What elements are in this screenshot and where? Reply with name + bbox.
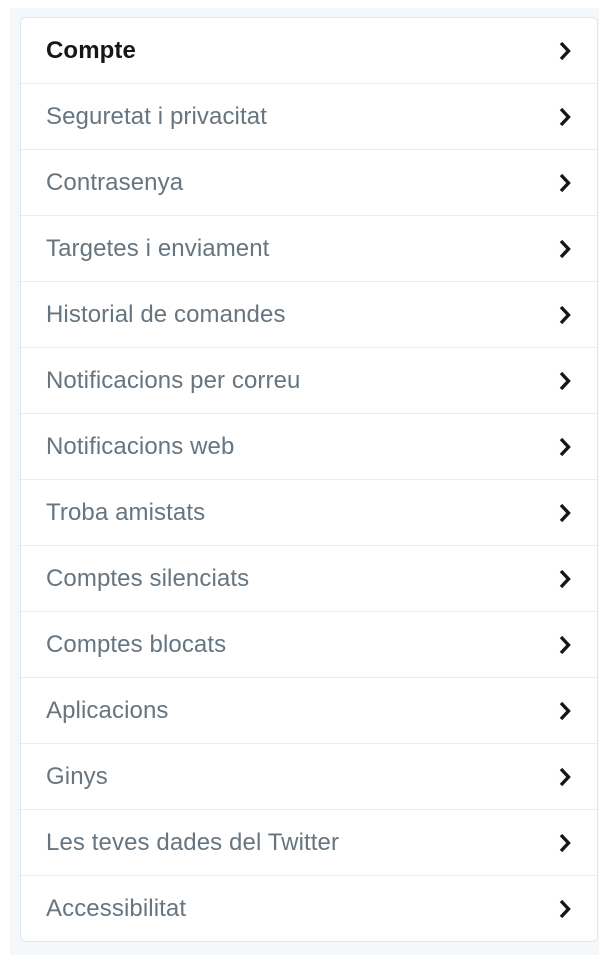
chevron-right-icon [557,172,573,194]
chevron-right-icon [557,700,573,722]
menu-item-label: Aplicacions [46,696,169,724]
menu-item-label: Comptes silenciats [46,564,250,592]
menu-item-label: Historial de comandes [46,300,286,328]
settings-menu-item-aplicacions[interactable]: Aplicacions [21,678,597,744]
menu-item-label: Les teves dades del Twitter [46,828,340,856]
settings-menu-item-les-teves-dades-del-twitter[interactable]: Les teves dades del Twitter [21,810,597,876]
chevron-right-icon [557,832,573,854]
settings-menu-item-notificacions-per-correu[interactable]: Notificacions per correu [21,348,597,414]
settings-menu-item-compte[interactable]: Compte [21,18,597,84]
settings-menu-item-comptes-silenciats[interactable]: Comptes silenciats [21,546,597,612]
chevron-right-icon [557,40,573,62]
menu-item-label: Ginys [46,762,108,790]
settings-menu-item-contrasenya[interactable]: Contrasenya [21,150,597,216]
menu-item-label: Accessibilitat [46,894,187,922]
menu-item-label: Notificacions web [46,432,235,460]
chevron-right-icon [557,106,573,128]
chevron-right-icon [557,304,573,326]
settings-menu: Compte Seguretat i privacitat Contraseny… [20,17,598,942]
chevron-right-icon [557,502,573,524]
settings-menu-item-comptes-blocats[interactable]: Comptes blocats [21,612,597,678]
menu-item-label: Targetes i enviament [46,234,270,262]
menu-item-label: Compte [46,36,136,64]
settings-menu-item-accessibilitat[interactable]: Accessibilitat [21,876,597,941]
settings-menu-item-historial-de-comandes[interactable]: Historial de comandes [21,282,597,348]
chevron-right-icon [557,370,573,392]
chevron-right-icon [557,898,573,920]
settings-menu-item-targetes-i-enviament[interactable]: Targetes i enviament [21,216,597,282]
chevron-right-icon [557,568,573,590]
menu-item-label: Contrasenya [46,168,184,196]
menu-item-label: Comptes blocats [46,630,227,658]
settings-menu-item-notificacions-web[interactable]: Notificacions web [21,414,597,480]
menu-item-label: Notificacions per correu [46,366,301,394]
chevron-right-icon [557,766,573,788]
settings-menu-item-ginys[interactable]: Ginys [21,744,597,810]
chevron-right-icon [557,436,573,458]
settings-menu-item-seguretat-i-privacitat[interactable]: Seguretat i privacitat [21,84,597,150]
settings-menu-item-troba-amistats[interactable]: Troba amistats [21,480,597,546]
menu-item-label: Seguretat i privacitat [46,102,267,130]
chevron-right-icon [557,238,573,260]
menu-item-label: Troba amistats [46,498,206,526]
chevron-right-icon [557,634,573,656]
